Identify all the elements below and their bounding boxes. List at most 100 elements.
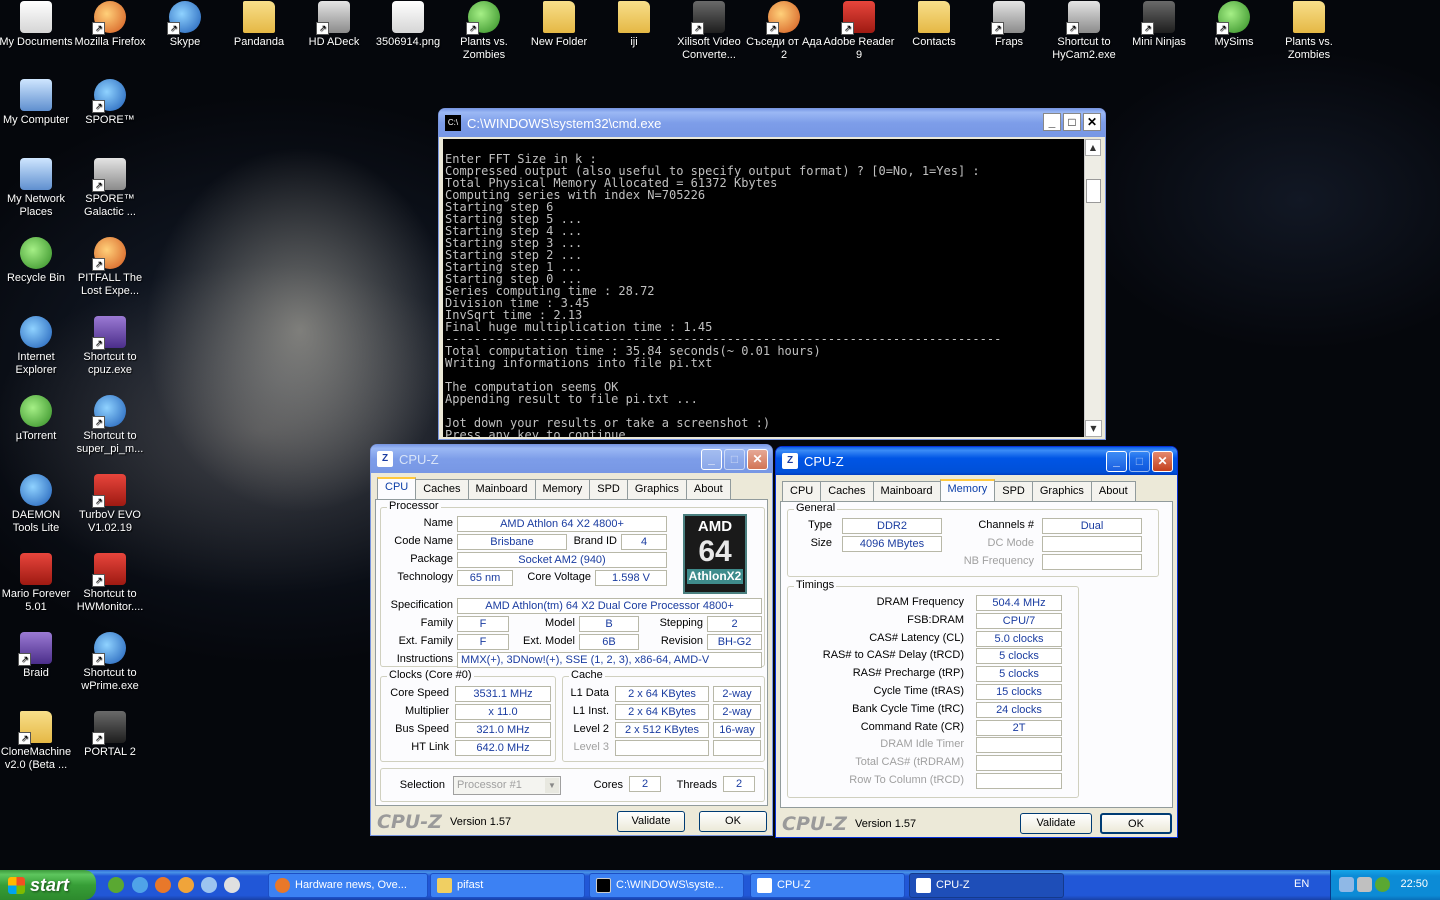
- cmd-window[interactable]: C:\ C:\WINDOWS\system32\cmd.exe _ □ ✕ En…: [438, 108, 1106, 440]
- desktop-icon[interactable]: Pandanda: [221, 1, 297, 49]
- close-button[interactable]: ✕: [747, 449, 768, 470]
- desktop-icon[interactable]: µTorrent: [0, 395, 74, 443]
- language-indicator[interactable]: EN: [1294, 878, 1309, 890]
- taskbar-item-cmd[interactable]: C:\WINDOWS\syste...: [589, 873, 744, 898]
- device-tray-icon[interactable]: [1357, 877, 1372, 892]
- desktop-icon[interactable]: Xilisoft Video Converte...: [671, 1, 747, 62]
- ok-button[interactable]: OK: [1100, 813, 1172, 834]
- desktop-icon[interactable]: Plants vs. Zombies: [1271, 1, 1347, 62]
- console-output[interactable]: Enter FFT Size in k : Compressed output (…: [443, 139, 1085, 437]
- desktop-icon[interactable]: My Network Places: [0, 158, 74, 219]
- firefox-quicklaunch-icon[interactable]: [155, 877, 171, 893]
- utorrent-tray-icon[interactable]: [1375, 877, 1390, 892]
- braid-icon: [18, 632, 52, 666]
- tab-about[interactable]: About: [1090, 481, 1136, 501]
- windows-flag-icon: [8, 877, 25, 894]
- minimize-button[interactable]: _: [1043, 113, 1061, 131]
- cpuz-memory-window[interactable]: Z CPU-Z _ □ ✕ CPU Caches Mainboard Memor…: [775, 446, 1178, 838]
- desktop-icon[interactable]: 3506914.png: [370, 1, 446, 49]
- close-button[interactable]: ✕: [1083, 113, 1101, 131]
- desktop-icon[interactable]: MySims: [1196, 1, 1272, 49]
- taskbar-item-cpuz-2[interactable]: CPU-Z: [909, 873, 1064, 898]
- tab-caches[interactable]: Caches: [820, 481, 874, 501]
- desktop-icon[interactable]: Mario Forever 5.01: [0, 553, 74, 614]
- desktop-icon[interactable]: My Documents: [0, 1, 74, 49]
- desktop-icon[interactable]: HD ADeck: [296, 1, 372, 49]
- tab-spd[interactable]: SPD: [589, 479, 628, 499]
- tab-caches[interactable]: Caches: [415, 479, 469, 499]
- cpuz-titlebar[interactable]: Z CPU-Z _ □ ✕: [776, 447, 1177, 475]
- desktop-icon[interactable]: CloneMachine v2.0 (Beta ...: [0, 711, 74, 772]
- desktop-icon[interactable]: Mozilla Firefox: [72, 1, 148, 49]
- group-title: Timings: [794, 579, 837, 591]
- desktop-icon[interactable]: iji: [596, 1, 672, 49]
- processor-select[interactable]: Processor #1 ▼: [453, 776, 561, 795]
- desktop-icon[interactable]: Plants vs. Zombies: [446, 1, 522, 62]
- taskbar-item-cpuz-1[interactable]: CPU-Z: [750, 873, 905, 898]
- ok-button[interactable]: OK: [699, 811, 767, 832]
- desktop-icon[interactable]: Shortcut to wPrime.exe: [72, 632, 148, 693]
- desktop-icon[interactable]: Contacts: [896, 1, 972, 49]
- desktop-icon[interactable]: Mini Ninjas: [1121, 1, 1197, 49]
- label: NB Frequency: [963, 555, 1034, 567]
- desktop-icon[interactable]: Internet Explorer: [0, 316, 74, 377]
- desktop-icon[interactable]: Fraps: [971, 1, 1047, 49]
- taskbar-item-browser[interactable]: Hardware news, Ove...: [268, 873, 428, 898]
- minimize-button[interactable]: _: [1106, 451, 1127, 472]
- start-button[interactable]: start: [0, 870, 96, 900]
- tab-about[interactable]: About: [685, 479, 731, 499]
- utorrent-quicklaunch-icon[interactable]: [108, 877, 124, 893]
- desktop-icon[interactable]: Skype: [147, 1, 223, 49]
- clock[interactable]: 22:50: [1400, 878, 1428, 890]
- console-scrollbar[interactable]: ▲ ▼: [1084, 139, 1102, 437]
- maximize-button[interactable]: □: [1129, 451, 1150, 472]
- desktop-icon[interactable]: My Computer: [0, 79, 74, 127]
- media-player-quicklaunch-icon[interactable]: [178, 877, 194, 893]
- scroll-down-icon[interactable]: ▼: [1085, 420, 1102, 437]
- desktop-icon[interactable]: TurboV EVO V1.02.19: [72, 474, 148, 535]
- timing-value: 24 clocks: [976, 701, 1062, 718]
- desktop-icon[interactable]: SPORE™: [72, 79, 148, 127]
- football-quicklaunch-icon[interactable]: [224, 877, 240, 893]
- desktop-icon[interactable]: PORTAL 2: [72, 711, 148, 759]
- scroll-up-icon[interactable]: ▲: [1085, 139, 1101, 156]
- desktop-icon[interactable]: Shortcut to super_pi_m...: [72, 395, 148, 456]
- scroll-thumb[interactable]: [1086, 179, 1101, 203]
- minimize-button[interactable]: _: [701, 449, 722, 470]
- tab-memory[interactable]: Memory: [534, 479, 591, 499]
- tab-mainboard[interactable]: Mainboard: [872, 481, 941, 501]
- tab-cpu[interactable]: CPU: [377, 477, 417, 499]
- tab-graphics[interactable]: Graphics: [626, 479, 687, 499]
- desktop-icon[interactable]: Съседи от Ада 2: [746, 1, 822, 62]
- chevron-down-icon[interactable]: ▼: [545, 778, 559, 793]
- tab-memory[interactable]: Memory: [939, 479, 996, 501]
- maximize-button[interactable]: □: [724, 449, 745, 470]
- taskbar-item-pifast[interactable]: pifast: [430, 873, 585, 898]
- task-label: pifast: [457, 879, 484, 891]
- desktop-icon[interactable]: Shortcut to HyCam2.exe: [1046, 1, 1122, 62]
- validate-button[interactable]: Validate: [617, 811, 685, 832]
- tab-cpu[interactable]: CPU: [782, 481, 822, 501]
- tab-spd[interactable]: SPD: [994, 481, 1033, 501]
- tab-mainboard[interactable]: Mainboard: [467, 479, 536, 499]
- desktop-icon[interactable]: SPORE™ Galactic ...: [72, 158, 148, 219]
- desktop-icon[interactable]: Shortcut to cpuz.exe: [72, 316, 148, 377]
- desktop-icon[interactable]: Adobe Reader 9: [821, 1, 897, 62]
- desktop-icon[interactable]: New Folder: [521, 1, 597, 49]
- cmd-titlebar[interactable]: C:\ C:\WINDOWS\system32\cmd.exe _ □ ✕: [439, 109, 1105, 137]
- network-tray-icon[interactable]: [1339, 877, 1354, 892]
- close-button[interactable]: ✕: [1152, 451, 1173, 472]
- utorrent-icon: [20, 395, 52, 427]
- validate-button[interactable]: Validate: [1020, 813, 1092, 834]
- desktop-icon[interactable]: DAEMON Tools Lite: [0, 474, 74, 535]
- tab-graphics[interactable]: Graphics: [1031, 481, 1092, 501]
- maximize-button[interactable]: □: [1063, 113, 1081, 131]
- internet-explorer-quicklaunch-icon[interactable]: [132, 877, 148, 893]
- show-desktop-quicklaunch-icon[interactable]: [201, 877, 217, 893]
- cpuz-titlebar[interactable]: Z CPU-Z _ □ ✕: [371, 445, 772, 473]
- desktop-icon[interactable]: PITFALL The Lost Expe...: [72, 237, 148, 298]
- desktop-icon[interactable]: Shortcut to HWMonitor....: [72, 553, 148, 614]
- cpuz-cpu-window[interactable]: Z CPU-Z _ □ ✕ CPU Caches Mainboard Memor…: [370, 444, 773, 836]
- desktop-icon[interactable]: Recycle Bin: [0, 237, 74, 285]
- desktop-icon[interactable]: Braid: [0, 632, 74, 680]
